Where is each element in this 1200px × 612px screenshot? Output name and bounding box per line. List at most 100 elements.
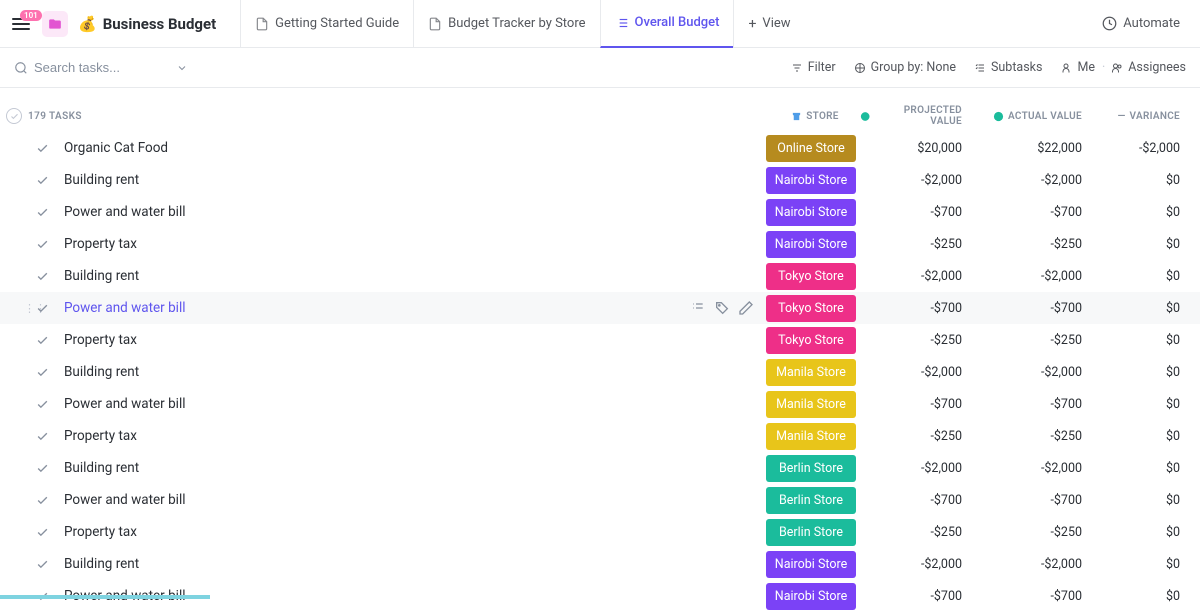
check-icon[interactable]: [34, 430, 50, 443]
check-icon[interactable]: [34, 302, 50, 315]
group-icon: [854, 62, 866, 74]
col-projected[interactable]: PROJECTED VALUE: [860, 105, 980, 127]
dollar-icon: [993, 111, 1004, 122]
check-icon[interactable]: [34, 366, 50, 379]
variance-value: $0: [1100, 525, 1200, 540]
col-store[interactable]: STORE: [770, 111, 860, 122]
actual-value: -$2,000: [980, 461, 1100, 476]
projected-value: -$250: [860, 237, 980, 252]
table-row[interactable]: ⋮⋮Building rentNairobi Store-$2,000-$2,0…: [0, 164, 1200, 196]
store-badge[interactable]: Berlin Store: [766, 487, 856, 514]
tab-budget-tracker[interactable]: Budget Tracker by Store: [413, 0, 599, 48]
check-icon[interactable]: [34, 206, 50, 219]
tab-add-view[interactable]: + View: [733, 0, 804, 48]
progress-bar: [0, 595, 210, 599]
task-name[interactable]: Property tax: [50, 428, 762, 444]
table-row[interactable]: ⋮⋮Power and water billManila Store-$700-…: [0, 388, 1200, 420]
table-row[interactable]: ⋮⋮Power and water billNairobi Store-$700…: [0, 196, 1200, 228]
check-icon[interactable]: [34, 462, 50, 475]
select-all-icon[interactable]: [6, 108, 22, 124]
check-icon[interactable]: [34, 334, 50, 347]
store-badge[interactable]: Nairobi Store: [766, 551, 856, 578]
table-row[interactable]: ⋮⋮Property taxTokyo Store-$250-$250$0: [0, 324, 1200, 356]
actual-value: -$700: [980, 397, 1100, 412]
projected-value: $20,000: [860, 141, 980, 156]
table-row[interactable]: ⋮⋮Power and water billBerlin Store-$700-…: [0, 484, 1200, 516]
variance-value: $0: [1100, 461, 1200, 476]
subtask-icon[interactable]: [690, 300, 706, 316]
store-badge[interactable]: Tokyo Store: [766, 295, 856, 322]
projected-value: -$700: [860, 301, 980, 316]
store-badge[interactable]: Manila Store: [766, 359, 856, 386]
store-badge[interactable]: Nairobi Store: [766, 199, 856, 226]
col-actual[interactable]: ACTUAL VALUE: [980, 111, 1100, 122]
variance-value: $0: [1100, 205, 1200, 220]
check-icon[interactable]: [34, 142, 50, 155]
filter-label: Filter: [808, 60, 836, 75]
task-name[interactable]: Property tax: [50, 332, 762, 348]
store-badge[interactable]: Nairobi Store: [766, 583, 856, 610]
table-row[interactable]: ⋮⋮Building rentBerlin Store-$2,000-$2,00…: [0, 452, 1200, 484]
store-badge[interactable]: Tokyo Store: [766, 327, 856, 354]
subtasks-button[interactable]: Subtasks: [974, 60, 1042, 75]
task-name[interactable]: Power and water bill: [50, 204, 762, 220]
store-badge[interactable]: Tokyo Store: [766, 263, 856, 290]
drag-handle-icon[interactable]: ⋮⋮: [24, 302, 34, 315]
task-name[interactable]: Building rent: [50, 172, 762, 188]
task-name[interactable]: Building rent: [50, 556, 762, 572]
table-row[interactable]: ⋮⋮Building rentTokyo Store-$2,000-$2,000…: [0, 260, 1200, 292]
task-name[interactable]: Power and water bill: [50, 300, 690, 316]
chevron-down-icon[interactable]: [176, 62, 188, 74]
store-badge[interactable]: Berlin Store: [766, 519, 856, 546]
search-input[interactable]: [34, 60, 164, 75]
task-name[interactable]: Building rent: [50, 460, 762, 476]
automate-button[interactable]: Automate: [1094, 16, 1188, 31]
check-icon[interactable]: [34, 398, 50, 411]
group-button[interactable]: Group by: None: [854, 60, 956, 75]
menu-icon[interactable]: 101: [12, 18, 30, 30]
table-row[interactable]: ⋮⋮Property taxManila Store-$250-$250$0: [0, 420, 1200, 452]
plus-icon: +: [748, 16, 756, 32]
edit-icon[interactable]: [738, 300, 754, 316]
table-row[interactable]: ⋮⋮Power and water billTokyo Store-$700-$…: [0, 292, 1200, 324]
task-name[interactable]: Building rent: [50, 268, 762, 284]
tab-getting-started[interactable]: Getting Started Guide: [240, 0, 413, 48]
store-badge[interactable]: Berlin Store: [766, 455, 856, 482]
table-row[interactable]: ⋮⋮Organic Cat FoodOnline Store$20,000$22…: [0, 132, 1200, 164]
actual-value: -$700: [980, 589, 1100, 604]
folder-icon[interactable]: [42, 11, 68, 37]
search-input-wrap[interactable]: [14, 60, 188, 75]
title-emoji: 💰: [78, 15, 97, 33]
check-icon[interactable]: [34, 526, 50, 539]
variance-value: $0: [1100, 333, 1200, 348]
task-name[interactable]: Power and water bill: [50, 396, 762, 412]
tag-icon[interactable]: [714, 300, 730, 316]
store-badge[interactable]: Online Store: [766, 135, 856, 162]
check-icon[interactable]: [34, 558, 50, 571]
dollar-icon: [860, 111, 870, 122]
task-name[interactable]: Property tax: [50, 524, 762, 540]
table-row[interactable]: ⋮⋮Building rentNairobi Store-$2,000-$2,0…: [0, 548, 1200, 580]
store-badge[interactable]: Nairobi Store: [766, 167, 856, 194]
filter-button[interactable]: Filter: [791, 60, 836, 75]
tab-overall-budget[interactable]: Overall Budget: [600, 0, 734, 48]
check-icon[interactable]: [34, 494, 50, 507]
col-variance[interactable]: — VARIANCE: [1100, 111, 1200, 122]
task-name[interactable]: Property tax: [50, 236, 762, 252]
table-row[interactable]: ⋮⋮Building rentManila Store-$2,000-$2,00…: [0, 356, 1200, 388]
check-icon[interactable]: [34, 174, 50, 187]
task-name[interactable]: Building rent: [50, 364, 762, 380]
me-label: Me: [1077, 60, 1095, 75]
store-badge[interactable]: Manila Store: [766, 423, 856, 450]
store-badge[interactable]: Nairobi Store: [766, 231, 856, 258]
table-row[interactable]: ⋮⋮Property taxNairobi Store-$250-$250$0: [0, 228, 1200, 260]
task-name[interactable]: Organic Cat Food: [50, 140, 762, 156]
task-name[interactable]: Power and water bill: [50, 492, 762, 508]
check-icon[interactable]: [34, 238, 50, 251]
check-icon[interactable]: [34, 270, 50, 283]
store-badge[interactable]: Manila Store: [766, 391, 856, 418]
table-row[interactable]: ⋮⋮Property taxBerlin Store-$250-$250$0: [0, 516, 1200, 548]
me-button[interactable]: Me ·: [1060, 60, 1107, 75]
variance-value: $0: [1100, 173, 1200, 188]
assignees-button[interactable]: Assignees: [1111, 60, 1186, 75]
